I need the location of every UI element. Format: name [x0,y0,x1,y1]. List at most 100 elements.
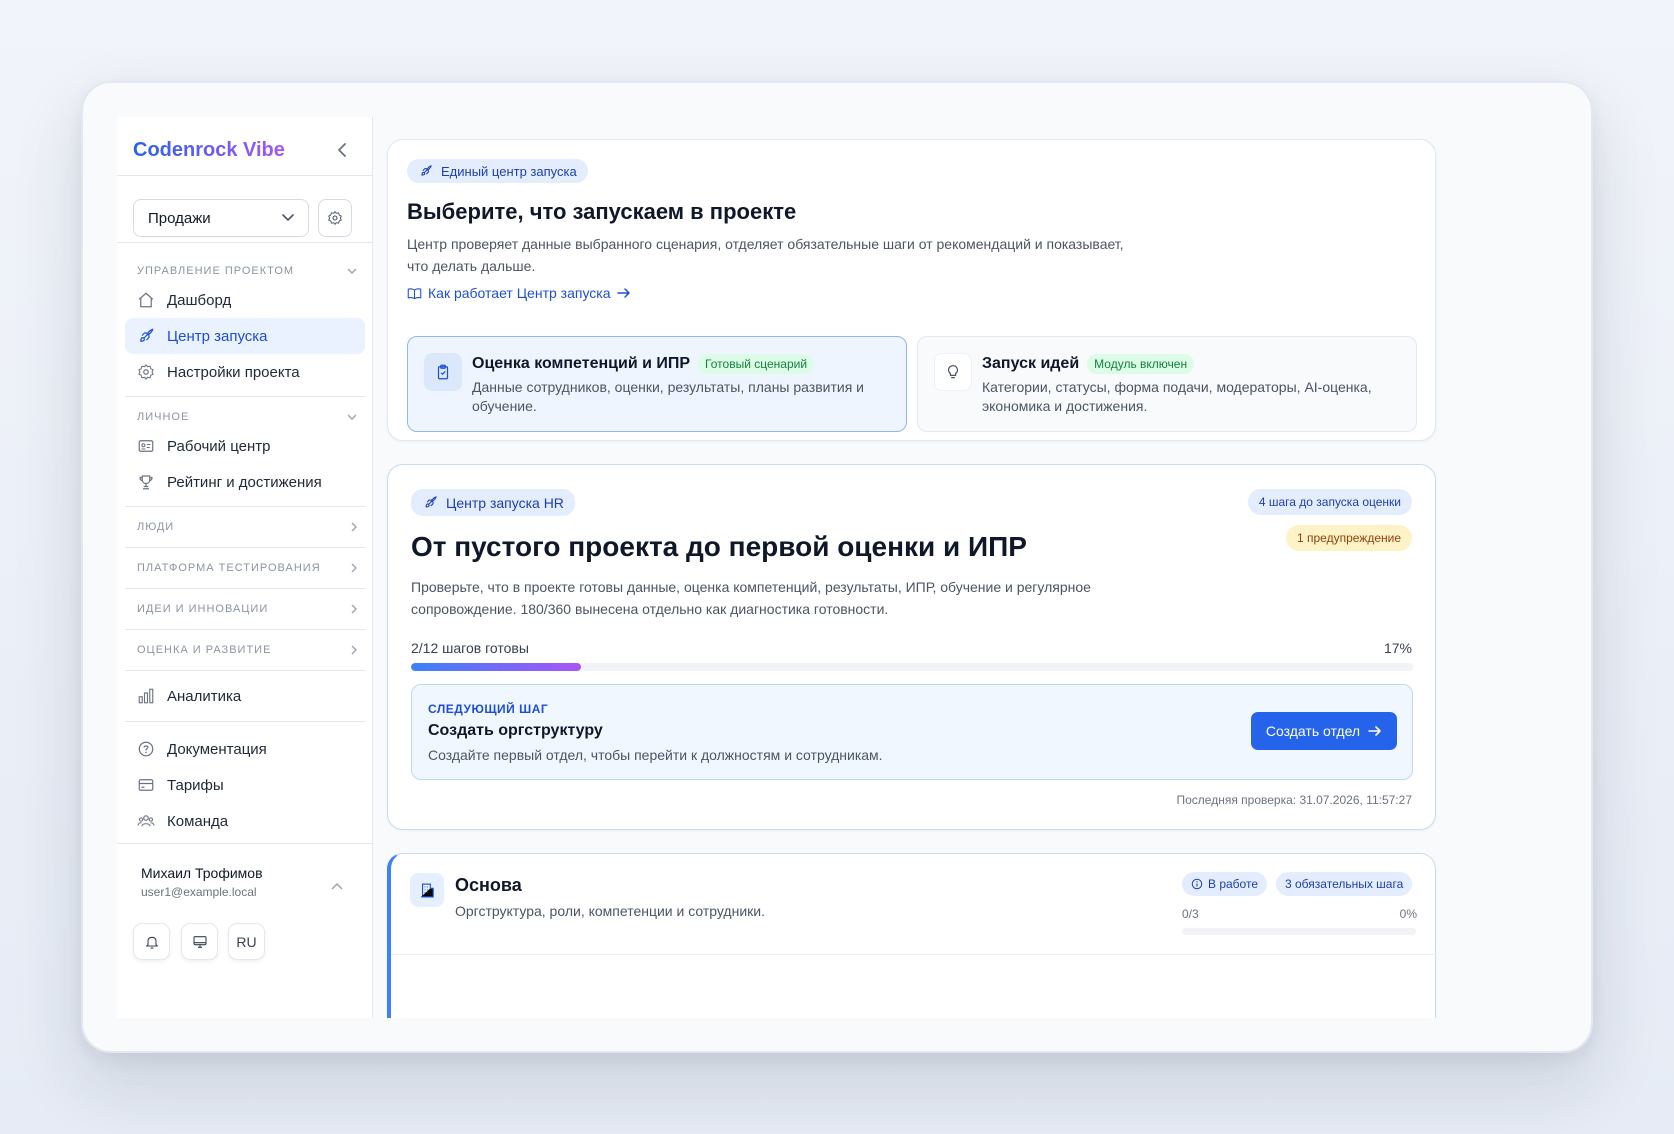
hero-description-line1: Центр проверяет данные выбранного сценар… [407,236,1124,252]
progress-percent: 17% [1383,640,1412,656]
lightbulb-icon [934,353,972,391]
section-people[interactable]: ЛЮДИ [137,521,357,533]
required-steps-badge: 3 обязательных шага [1276,872,1413,896]
sidebar-item-analytics[interactable]: Аналитика [125,678,365,714]
sidebar-item-work-center[interactable]: Рабочий центр [125,428,365,464]
warning-badge[interactable]: 1 предупреждение [1285,525,1412,551]
divider [125,670,365,671]
sidebar-item-label: Тарифы [167,776,224,794]
arrow-right-icon [1368,726,1381,736]
sidebar-item-team[interactable]: Команда [125,803,365,839]
stage-progress-bar [1182,928,1416,935]
sidebar-item-label: Центр запуска [167,327,268,345]
id-card-icon [138,440,154,452]
arrow-right-icon [616,288,630,298]
hr-pill-label: Центр запуска HR [446,494,564,511]
sidebar-item-label: Аналитика [167,687,242,705]
progress-bar [411,663,1413,671]
divider [125,721,365,722]
section-ideas[interactable]: ИДЕИ И ИННОВАЦИИ [137,603,357,615]
info-icon [1191,878,1203,890]
sidebar-item-project-settings[interactable]: Настройки проекта [125,354,365,390]
hero-pill-label: Единый центр запуска [441,163,577,179]
next-step-description: Создайте первый отдел, чтобы перейти к д… [428,747,883,763]
chevron-up-icon [331,882,343,890]
chevron-right-icon [351,604,357,614]
building-icon [410,873,444,907]
project-select-value: Продажи [148,209,211,227]
divider [125,629,365,630]
section-label: ЛЮДИ [137,521,175,533]
sidebar: Codenrock Vibe Продажи УПРАВЛЕНИЕ ПРОЕКТ… [117,117,373,1018]
stage-title: Основа [455,875,522,895]
section-label: ИДЕИ И ИННОВАЦИИ [137,603,269,615]
launch-center-card: Единый центр запуска Выберите, что запус… [387,139,1436,441]
help-circle-icon [138,741,154,757]
sidebar-item-docs[interactable]: Документация [125,731,365,767]
scenario-title: Запуск идей Модуль включен [982,354,1195,374]
how-it-works-link[interactable]: Как работает Центр запуска [407,285,631,301]
progress-label: 2/12 шагов готовы [411,640,529,656]
chevron-right-icon [351,645,357,655]
stage-progress-label: 0/3 [1182,907,1199,921]
sidebar-item-label: Рабочий центр [167,437,271,455]
basis-stage-card[interactable]: Основа Оргструктура, роли, компетенции и… [387,853,1436,1018]
hr-pill: Центр запуска HR [411,489,575,516]
section-testing[interactable]: ПЛАТФОРМА ТЕСТИРОВАНИЯ [137,562,357,574]
scenario-title: Оценка компетенций и ИПР Готовый сценари… [472,354,815,374]
stage-progress-percent: 0% [1399,907,1417,921]
steps-badge: 4 шага до запуска оценки [1247,489,1412,515]
bar-chart-icon [138,688,154,704]
book-open-icon [407,287,422,299]
stage-status-badge: В работе [1182,872,1268,896]
how-it-works-link-label: Как работает Центр запуска [428,285,611,301]
scenario-option-competencies[interactable]: Оценка компетенций и ИПР Готовый сценари… [407,336,907,432]
sidebar-item-rating[interactable]: Рейтинг и достижения [125,464,365,500]
project-select[interactable]: Продажи [133,199,309,237]
language-button[interactable]: RU [228,923,265,960]
create-department-button[interactable]: Создать отдел [1251,712,1397,750]
clipboard-check-icon [424,353,462,391]
next-step-kicker: СЛЕДУЮЩИЙ ШАГ [428,702,549,716]
brand-logo[interactable]: Codenrock Vibe [133,139,285,162]
collapse-sidebar-button[interactable] [331,139,353,161]
sidebar-item-tariffs[interactable]: Тарифы [125,767,365,803]
scenario-description: Данные сотрудников, оценки, результаты, … [472,379,864,414]
hr-description-line2: сопровождение. 180/360 вынесена отдельно… [411,601,889,617]
page-title: Выберите, что запускаем в проекте [407,199,797,224]
next-step-title: Создать оргструктуру [428,722,603,739]
scenario-title-label: Запуск идей [982,355,1080,372]
sidebar-item-label: Команда [167,812,229,830]
display-mode-button[interactable] [181,923,218,960]
scenario-status-badge: Модуль включен [1087,354,1195,374]
section-assessment[interactable]: ОЦЕНКА И РАЗВИТИЕ [137,644,357,656]
notifications-button[interactable] [133,923,170,960]
section-manage[interactable]: УПРАВЛЕНИЕ ПРОЕКТОМ [137,265,357,277]
stage-status-label: В работе [1208,877,1259,891]
sidebar-item-dashboard[interactable]: Дашборд [125,282,365,318]
divider [391,954,1436,955]
hero-pill: Единый центр запуска [407,159,588,183]
section-personal[interactable]: ЛИЧНОЕ [137,411,357,423]
divider [117,242,373,243]
divider [125,396,365,397]
rocket-icon [140,328,154,342]
chevron-left-icon [338,143,346,157]
scenario-title-label: Оценка компетенций и ИПР [472,355,691,372]
divider [125,588,365,589]
chevron-down-icon [282,214,294,222]
divider [125,506,365,507]
project-settings-button[interactable] [318,199,352,237]
monitor-icon [192,935,207,948]
hr-description-line1: Проверьте, что в проекте готовы данные, … [411,579,1091,595]
user-menu-toggle[interactable] [331,877,343,895]
scenario-option-ideas[interactable]: Запуск идей Модуль включен Категории, ст… [917,336,1417,432]
sidebar-item-launch-center[interactable]: Центр запуска [125,318,365,354]
section-label: ОЦЕНКА И РАЗВИТИЕ [137,644,272,656]
chevron-right-icon [351,522,357,532]
gear-icon [328,211,342,225]
user-profile[interactable]: Михаил Трофимов user1@example.local [141,865,263,899]
scenario-description: Категории, статусы, форма подачи, модера… [982,379,1372,414]
hr-launch-card: Центр запуска HR 4 шага до запуска оценк… [387,464,1436,830]
gear-icon [138,364,154,380]
